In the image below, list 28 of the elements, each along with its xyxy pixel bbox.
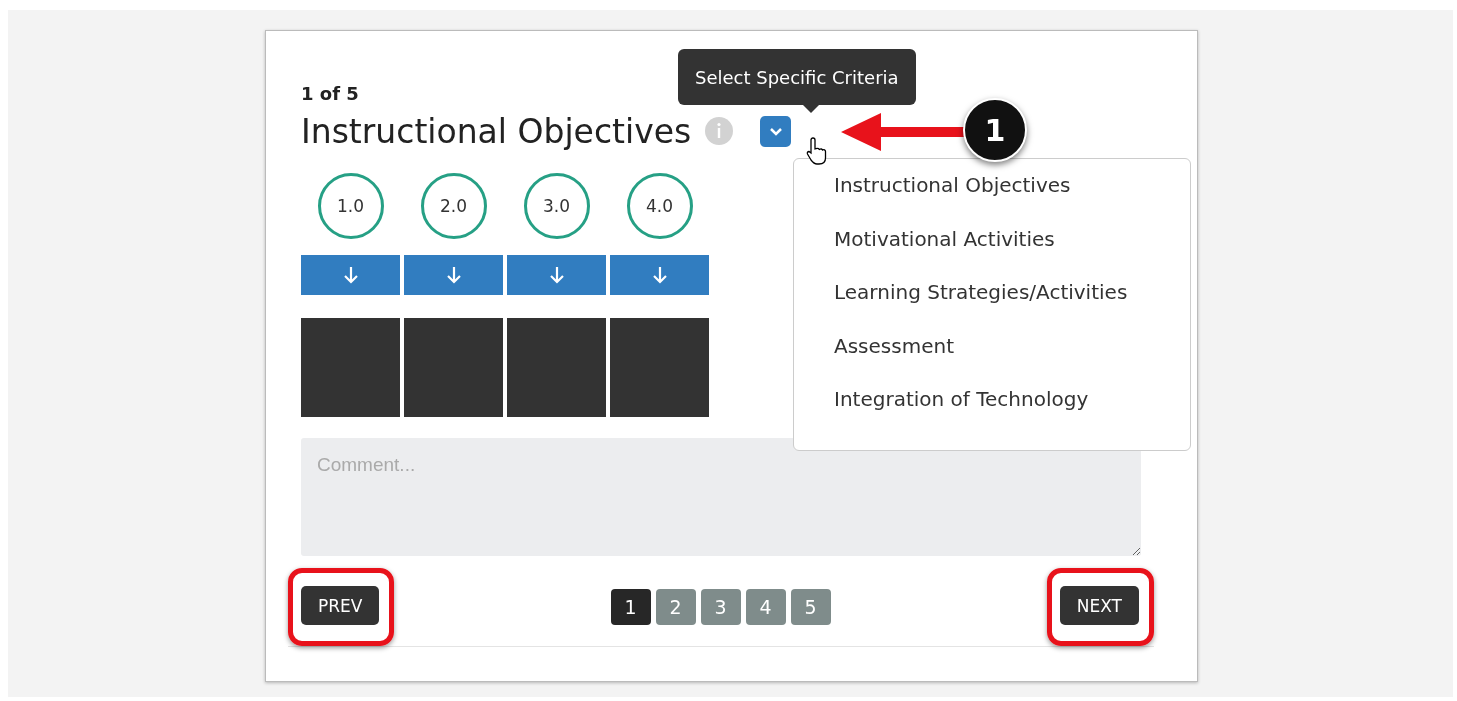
criteria-dropdown-button[interactable]	[760, 115, 792, 147]
tooltip-pointer	[803, 105, 819, 113]
down-arrow-icon	[446, 266, 461, 284]
criterion-counter: 1 of 5	[301, 83, 360, 106]
info-icon[interactable]	[705, 117, 734, 145]
select-rating-button[interactable]	[507, 255, 606, 295]
down-arrow-icon	[549, 266, 564, 284]
menu-item[interactable]: Assessment	[834, 333, 1190, 387]
callout-badge: 1	[963, 98, 1027, 162]
menu-item[interactable]: Integration of Technology	[834, 387, 1190, 441]
page-button[interactable]: 1	[610, 589, 651, 625]
select-rating-button[interactable]	[301, 255, 400, 295]
menu-item[interactable]: Learning Strategies/Activities	[834, 280, 1190, 334]
comment-field[interactable]: Comment...	[301, 438, 1141, 556]
rating-circle: 2.0	[420, 173, 487, 239]
select-rating-button[interactable]	[610, 255, 709, 295]
rating-circle: 3.0	[523, 173, 590, 239]
prev-button[interactable]: PREV	[301, 586, 380, 625]
menu-item[interactable]: Motivational Activities	[834, 226, 1190, 280]
rating-circle: 1.0	[317, 173, 384, 239]
chevron-down-icon	[768, 126, 783, 136]
rating-circle: 4.0	[626, 173, 693, 239]
menu-item[interactable]: Instructional Objectives	[834, 173, 1190, 227]
next-button[interactable]: NEXT	[1059, 586, 1139, 625]
down-arrow-icon	[652, 266, 667, 284]
criterion-title: Instructional Objectives	[301, 111, 692, 151]
down-arrow-icon	[343, 266, 358, 284]
select-rating-button[interactable]	[404, 255, 503, 295]
